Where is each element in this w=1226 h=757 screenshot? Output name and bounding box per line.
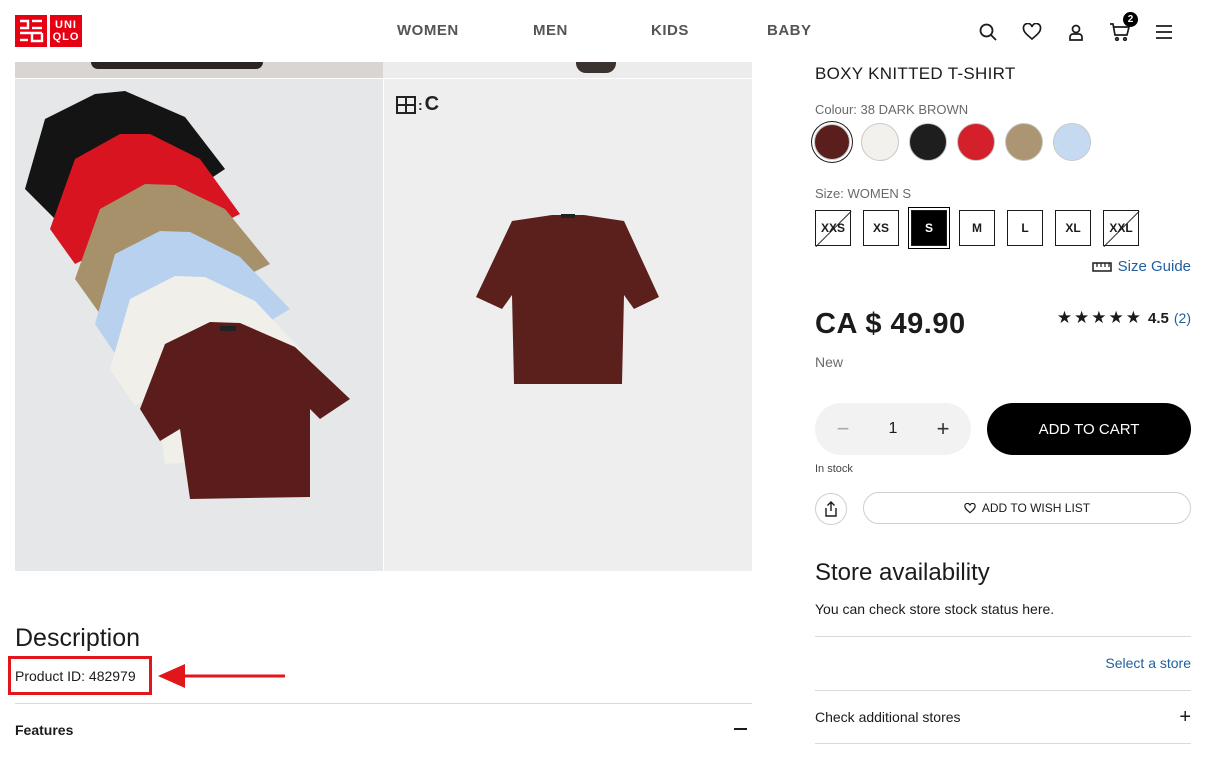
product-image-main[interactable]: : C xyxy=(384,79,752,571)
share-button[interactable] xyxy=(815,493,847,525)
divider xyxy=(815,636,1191,637)
divider xyxy=(15,703,752,704)
plus-icon[interactable]: + xyxy=(1179,706,1191,729)
features-section-toggle[interactable]: Features xyxy=(15,722,73,738)
store-availability-subtitle: You can check store stock status here. xyxy=(815,601,1055,617)
decrease-quantity-button[interactable]: − xyxy=(833,416,853,442)
nav-men[interactable]: MEN xyxy=(533,22,568,39)
description-title: Description xyxy=(15,624,141,652)
increase-quantity-button[interactable]: + xyxy=(933,416,953,442)
shirt-dark-brown xyxy=(140,322,350,499)
store-availability-title: Store availability xyxy=(815,559,990,586)
rating-value: 4.5 xyxy=(1148,309,1169,327)
size-option-xs[interactable]: XS xyxy=(863,210,899,246)
quantity-stepper: − 1 + xyxy=(815,403,971,455)
size-guide-label: Size Guide xyxy=(1117,258,1191,275)
menu-icon[interactable] xyxy=(1142,18,1186,46)
rating-stars: ★★★★★ xyxy=(1056,308,1144,327)
swatch-off-white[interactable] xyxy=(861,123,899,161)
size-options: XXS XS S M L XL XXL xyxy=(815,210,1139,246)
add-to-wishlist-button[interactable]: ADD TO WISH LIST xyxy=(863,492,1191,524)
nav-women[interactable]: WOMEN xyxy=(397,22,459,39)
size-option-m[interactable]: M xyxy=(959,210,995,246)
price: CA $ 49.90 xyxy=(815,308,966,340)
cart-count-badge: 2 xyxy=(1123,12,1138,27)
wish-list-label: ADD TO WISH LIST xyxy=(981,501,1091,515)
heart-icon xyxy=(964,502,976,513)
swatch-red[interactable] xyxy=(957,123,995,161)
product-page: UNI QLO WOMEN MEN KIDS BABY 2: C BOXY K… xyxy=(0,0,1226,757)
divider xyxy=(815,690,1191,691)
product-title: BOXY KNITTED T-SHIRT xyxy=(815,64,1016,83)
swatch-dark-brown[interactable] xyxy=(814,124,850,160)
red-arrow-annotation xyxy=(158,664,285,688)
wishlist-heart-icon[interactable] xyxy=(1010,18,1054,46)
header-icons: 2 xyxy=(966,12,1186,46)
check-additional-stores[interactable]: Check additional stores xyxy=(815,709,961,725)
size-option-xl[interactable]: XL xyxy=(1055,210,1091,246)
colour-label: Colour: 38 DARK BROWN xyxy=(815,102,969,117)
swatch-light-blue[interactable] xyxy=(1053,123,1091,161)
cart-icon[interactable]: 2 xyxy=(1098,12,1142,46)
size-option-l[interactable]: L xyxy=(1007,210,1043,246)
nav-kids[interactable]: KIDS xyxy=(651,22,689,39)
account-icon[interactable] xyxy=(1054,18,1098,46)
search-icon[interactable] xyxy=(966,18,1010,46)
select-store-link[interactable]: Select a store xyxy=(1105,655,1191,671)
previous-images-strip xyxy=(15,62,752,78)
stock-status: In stock xyxy=(815,463,853,475)
size-option-xxl[interactable]: XXL xyxy=(1103,210,1139,246)
divider xyxy=(815,743,1191,744)
ruler-icon xyxy=(1091,261,1112,272)
rating[interactable]: ★★★★★ 4.5 (2) xyxy=(1057,308,1191,328)
new-tag: New xyxy=(815,354,844,370)
quantity-value[interactable]: 1 xyxy=(889,420,898,438)
share-icon xyxy=(825,501,837,517)
shirt-dark-brown-flat xyxy=(476,214,659,384)
nav-baby[interactable]: BABY xyxy=(767,22,812,39)
size-guide-link[interactable]: Size Guide xyxy=(1091,258,1191,275)
product-id: Product ID: 482979 xyxy=(15,668,136,684)
product-image-colour-stack[interactable] xyxy=(15,79,383,571)
swatch-black[interactable] xyxy=(909,123,947,161)
add-to-cart-button[interactable]: ADD TO CART xyxy=(987,403,1191,455)
rating-count[interactable]: (2) xyxy=(1174,310,1191,326)
size-label: Size: WOMEN S xyxy=(815,186,912,201)
size-option-xxs[interactable]: XXS xyxy=(815,210,851,246)
swatch-beige[interactable] xyxy=(1005,123,1043,161)
size-option-s[interactable]: S xyxy=(911,210,947,246)
colour-swatches xyxy=(813,123,1091,161)
collapse-minus-icon[interactable] xyxy=(734,728,747,730)
